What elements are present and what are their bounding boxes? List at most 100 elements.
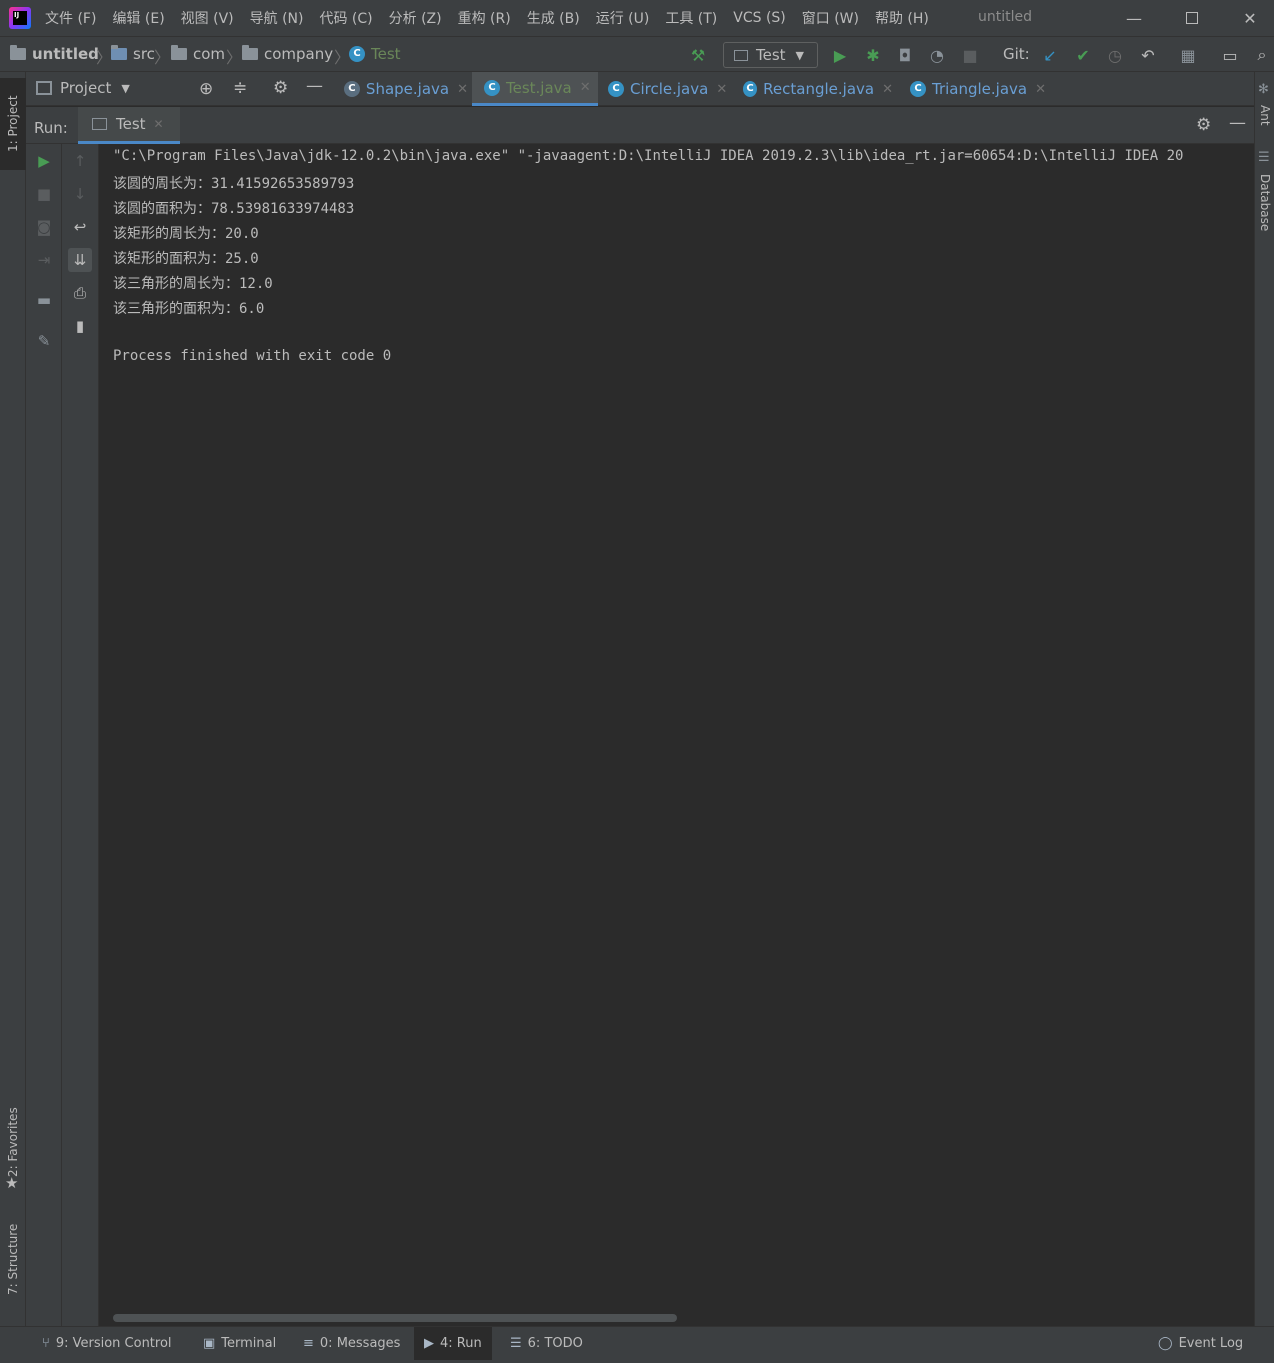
console-line: 该圆的周长为：31.41592653589793 xyxy=(113,176,355,192)
menu-analyze[interactable]: 分析 (Z) xyxy=(389,8,442,28)
breadcrumb-class-label: Test xyxy=(371,45,401,63)
version-control-tab[interactable]: ⑂ 9: Version Control xyxy=(32,1327,182,1360)
breadcrumb-class[interactable]: C Test xyxy=(349,45,401,63)
trash-icon[interactable]: ▮ xyxy=(68,314,92,338)
close-tab-icon[interactable]: ✕ xyxy=(882,82,893,97)
database-tool-tab[interactable]: Database xyxy=(1255,168,1274,238)
layout-icon[interactable]: ▬ xyxy=(32,288,56,312)
terminal-tab[interactable]: ▣ Terminal xyxy=(193,1327,286,1360)
structure-tool-tab[interactable]: 7: Structure xyxy=(0,1212,26,1307)
menu-window[interactable]: 窗口 (W) xyxy=(802,8,859,28)
menu-edit[interactable]: 编辑 (E) xyxy=(112,8,164,28)
run-icon: ▶ xyxy=(424,1336,434,1351)
collapse-all-icon[interactable]: ≑ xyxy=(233,78,247,98)
tab-triangle-java[interactable]: C Triangle.java ✕ xyxy=(910,72,1050,106)
stop-icon[interactable]: ■ xyxy=(960,45,980,65)
version-control-label: 9: Version Control xyxy=(55,1336,172,1351)
event-log-tab[interactable]: ◯ Event Log xyxy=(1148,1327,1253,1360)
chevron-down-icon: ▼ xyxy=(795,48,805,62)
build-hammer-icon[interactable]: ⚒ xyxy=(688,45,708,65)
soft-wrap-icon[interactable]: ↩ xyxy=(68,215,92,239)
profile-icon[interactable]: ◔ xyxy=(927,45,947,65)
chevron-down-icon: ▼ xyxy=(121,81,130,95)
close-tab-icon[interactable]: ✕ xyxy=(457,82,468,97)
todo-tab[interactable]: ☰ 6: TODO xyxy=(500,1327,593,1360)
menu-refactor[interactable]: 重构 (R) xyxy=(458,8,511,28)
tab-shape-java[interactable]: C Shape.java ✕ xyxy=(342,72,468,106)
console-output[interactable]: "C:\Program Files\Java\jdk-12.0.2\bin\ja… xyxy=(99,144,1254,1326)
hide-minus-icon[interactable]: — xyxy=(1229,113,1246,133)
scroll-to-end-icon[interactable]: ⇊ xyxy=(68,248,92,272)
run-tool-tab[interactable]: ▶ 4: Run xyxy=(414,1327,492,1360)
close-tab-icon[interactable]: ✕ xyxy=(716,82,727,97)
project-structure-icon[interactable]: ▦ xyxy=(1178,45,1198,65)
coverage-icon[interactable]: ◘ xyxy=(895,45,915,65)
event-log-label: Event Log xyxy=(1178,1336,1244,1351)
structure-tool-tab-label: 7: Structure xyxy=(6,1223,20,1296)
project-view-selector[interactable]: Project ▼ xyxy=(36,79,130,97)
menu-navigate[interactable]: 导航 (N) xyxy=(250,8,304,28)
search-icon[interactable]: ⌕ xyxy=(1252,45,1272,65)
abstract-class-icon: C xyxy=(344,81,360,97)
menu-build[interactable]: 生成 (B) xyxy=(527,8,580,28)
locate-target-icon[interactable]: ⊕ xyxy=(199,79,213,99)
breadcrumb-src[interactable]: src xyxy=(111,45,155,63)
menu-file[interactable]: 文件 (F) xyxy=(45,8,96,28)
menu-view[interactable]: 视图 (V) xyxy=(181,8,234,28)
run-icon[interactable]: ▶ xyxy=(830,45,850,65)
hide-minus-icon[interactable]: — xyxy=(306,76,323,96)
close-tab-icon[interactable]: ✕ xyxy=(580,80,591,95)
debug-bug-icon[interactable]: ✱ xyxy=(863,45,883,65)
menu-help[interactable]: 帮助 (H) xyxy=(875,8,929,28)
print-icon[interactable]: ⎙ xyxy=(68,281,92,305)
close-tab-icon[interactable]: ✕ xyxy=(154,117,164,131)
favorites-tool-tab-label: 2: Favorites xyxy=(6,1107,20,1177)
chevron-right-icon: 〉 xyxy=(154,48,171,67)
package-icon xyxy=(171,45,187,60)
rerun-icon[interactable]: ▶ xyxy=(32,149,56,173)
down-arrow-icon[interactable]: ↓ xyxy=(68,182,92,206)
minimize-button[interactable]: — xyxy=(1105,0,1163,36)
menu-tools[interactable]: 工具 (T) xyxy=(665,8,717,28)
gear-icon[interactable]: ⚙ xyxy=(273,78,288,98)
exit-icon[interactable]: ⇥ xyxy=(32,248,56,272)
messages-tab[interactable]: ≡ 0: Messages xyxy=(293,1327,410,1360)
close-tab-icon[interactable]: ✕ xyxy=(1035,82,1046,97)
breadcrumb-com[interactable]: com xyxy=(171,45,225,63)
run-config-label: Test xyxy=(756,46,786,64)
run-configuration-selector[interactable]: Test ▼ xyxy=(723,42,818,68)
pin-icon[interactable]: ✎ xyxy=(32,329,56,353)
project-panel-label: Project xyxy=(60,79,112,97)
stop-icon[interactable]: ■ xyxy=(32,182,56,206)
menu-code[interactable]: 代码 (C) xyxy=(319,8,372,28)
git-history-clock-icon[interactable]: ◷ xyxy=(1105,45,1125,65)
tab-circle-java[interactable]: C Circle.java ✕ xyxy=(608,72,732,106)
git-commit-check-icon[interactable]: ✔ xyxy=(1073,45,1093,65)
git-rollback-undo-icon[interactable]: ↶ xyxy=(1138,45,1158,65)
gear-icon[interactable]: ⚙ xyxy=(1196,115,1211,135)
console-line: 该圆的面积为：78.53981633974483 xyxy=(113,201,355,217)
presentation-icon[interactable]: ▭ xyxy=(1220,45,1240,65)
chevron-right-icon: 〉 xyxy=(226,48,243,67)
todo-label: 6: TODO xyxy=(527,1336,583,1351)
run-tab-test[interactable]: Test ✕ xyxy=(78,107,180,144)
close-window-button[interactable]: ✕ xyxy=(1221,0,1274,36)
database-icon: ☰ xyxy=(1258,150,1270,165)
run-tab-label: Test xyxy=(116,115,146,133)
horizontal-scrollbar[interactable] xyxy=(113,1314,677,1322)
tab-test-java[interactable]: C Test.java ✕ xyxy=(472,72,598,106)
menu-run[interactable]: 运行 (U) xyxy=(596,8,650,28)
project-tool-tab[interactable]: 1: Project xyxy=(0,78,26,170)
up-arrow-icon[interactable]: ↑ xyxy=(68,149,92,173)
breadcrumb-project[interactable]: untitled xyxy=(10,45,99,63)
git-update-icon[interactable]: ↙ xyxy=(1040,45,1060,65)
menu-vcs[interactable]: VCS (S) xyxy=(733,10,786,26)
breadcrumb-company[interactable]: company xyxy=(242,45,333,63)
run-panel-header: Run: Test ✕ ⚙ — xyxy=(26,107,1254,144)
ant-tool-tab-label: Ant xyxy=(1258,104,1272,126)
tab-rectangle-java[interactable]: C Rectangle.java ✕ xyxy=(743,72,893,106)
dump-threads-camera-icon[interactable]: ◙ xyxy=(32,215,56,239)
maximize-button[interactable] xyxy=(1163,0,1221,36)
ant-tool-tab[interactable]: Ant xyxy=(1255,98,1274,132)
folder-icon xyxy=(111,45,127,60)
